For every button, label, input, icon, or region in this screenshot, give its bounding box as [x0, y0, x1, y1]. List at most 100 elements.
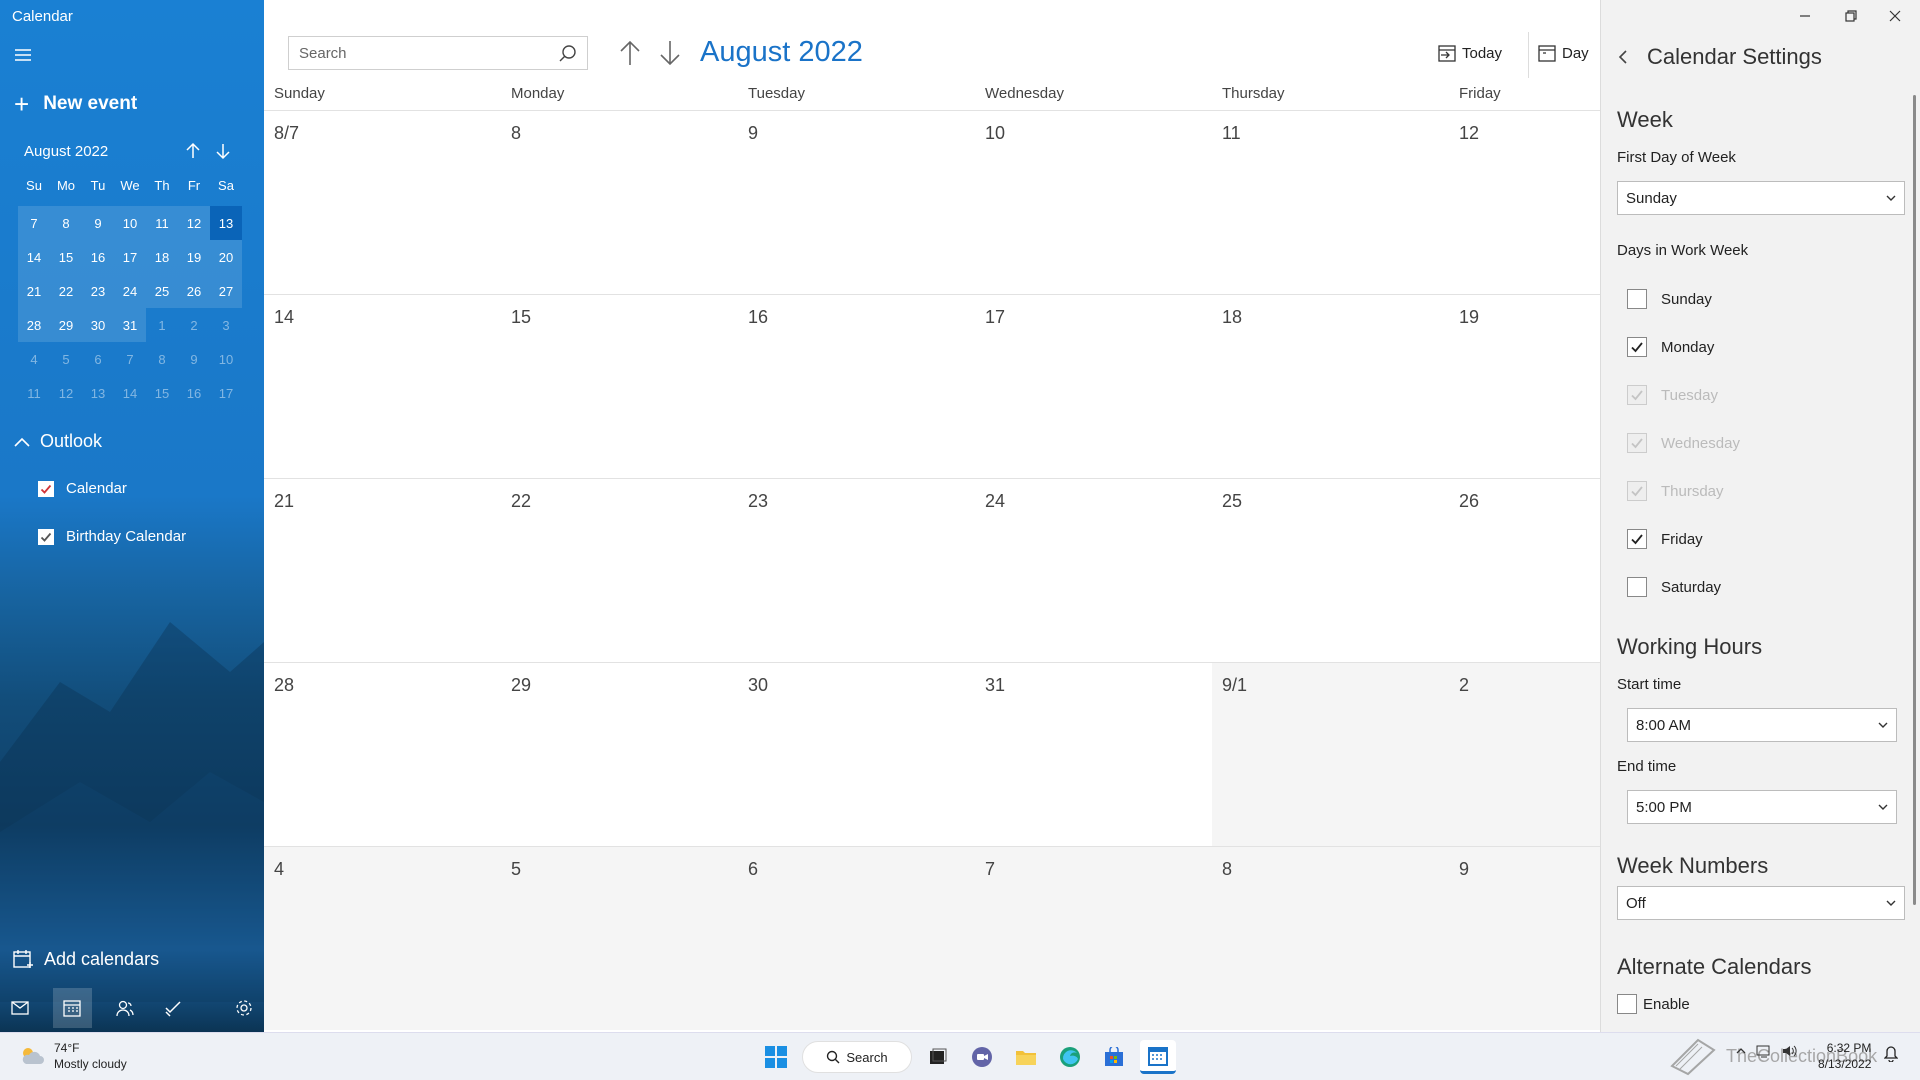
checkbox-unchecked-icon[interactable]	[1617, 994, 1637, 1014]
mini-calendar-day[interactable]: 7	[18, 206, 50, 240]
mini-calendar-day[interactable]: 22	[50, 274, 82, 308]
calendar-toggle-calendar[interactable]: Calendar	[38, 480, 127, 497]
day-cell[interactable]: 9/1	[1212, 663, 1449, 846]
mini-calendar-day[interactable]: 5	[50, 342, 82, 376]
new-event-button[interactable]: + New event	[14, 91, 137, 117]
mini-calendar-day[interactable]: 1	[146, 308, 178, 342]
people-icon[interactable]	[105, 988, 145, 1028]
notification-bell-icon[interactable]	[1884, 1046, 1898, 1062]
volume-icon[interactable]	[1782, 1044, 1798, 1058]
mini-calendar-day[interactable]: 9	[82, 206, 114, 240]
day-cell[interactable]: 8	[1212, 847, 1449, 1030]
day-cell[interactable]: 15	[501, 295, 738, 478]
mini-calendar-day[interactable]: 9	[178, 342, 210, 376]
hamburger-menu-icon[interactable]	[14, 46, 32, 64]
previous-arrow-icon[interactable]	[618, 40, 642, 66]
day-cell[interactable]: 19	[1449, 295, 1600, 478]
calendar-toggle-birthday[interactable]: Birthday Calendar	[38, 528, 186, 545]
settings-icon[interactable]	[224, 988, 264, 1028]
next-arrow-icon[interactable]	[658, 40, 682, 66]
mini-calendar-day[interactable]: 4	[18, 342, 50, 376]
taskbar-search-button[interactable]: Search	[802, 1041, 912, 1073]
day-cell[interactable]: 12	[1449, 111, 1600, 294]
weather-widget[interactable]: 74°F Mostly cloudy	[18, 1040, 127, 1072]
mini-calendar-day[interactable]: 15	[146, 376, 178, 410]
mini-calendar-day[interactable]: 24	[114, 274, 146, 308]
mini-calendar-day[interactable]: 29	[50, 308, 82, 342]
file-explorer-icon[interactable]	[1008, 1040, 1044, 1074]
day-cell[interactable]: 9	[1449, 847, 1600, 1030]
mini-calendar-day[interactable]: 7	[114, 342, 146, 376]
day-view-button[interactable]: Day	[1538, 44, 1589, 62]
task-view-icon[interactable]	[920, 1040, 956, 1074]
mini-calendar-day[interactable]: 16	[82, 240, 114, 274]
mini-calendar-day[interactable]: 13	[82, 376, 114, 410]
settings-scrollbar[interactable]	[1913, 95, 1916, 905]
checkbox-checked-icon[interactable]	[1627, 529, 1647, 549]
checkbox-checked-icon[interactable]	[38, 480, 54, 497]
mini-calendar-day[interactable]: 23	[82, 274, 114, 308]
day-cell[interactable]: 4	[264, 847, 501, 1030]
start-time-dropdown[interactable]: 8:00 AM	[1627, 708, 1897, 742]
day-cell[interactable]: 18	[1212, 295, 1449, 478]
mini-calendar-day[interactable]: 28	[18, 308, 50, 342]
day-cell[interactable]: 24	[975, 479, 1212, 662]
day-cell[interactable]: 26	[1449, 479, 1600, 662]
mini-calendar-day[interactable]: 11	[146, 206, 178, 240]
next-month-arrow-icon[interactable]	[215, 142, 231, 160]
mini-calendar-day[interactable]: 8	[146, 342, 178, 376]
day-cell[interactable]: 11	[1212, 111, 1449, 294]
mini-calendar-day[interactable]: 25	[146, 274, 178, 308]
checkbox-checked-icon[interactable]	[1627, 337, 1647, 357]
search-input[interactable]: Search	[288, 36, 588, 70]
mini-calendar-day[interactable]: 12	[178, 206, 210, 240]
system-clock[interactable]: 6:32 PM 8/13/2022	[1818, 1040, 1871, 1072]
week-numbers-dropdown[interactable]: Off	[1617, 886, 1905, 920]
add-calendars-button[interactable]: Add calendars	[12, 948, 159, 970]
enable-alternate-calendars[interactable]: Enable	[1617, 994, 1690, 1014]
day-cell[interactable]: 10	[975, 111, 1212, 294]
search-icon[interactable]	[559, 44, 577, 62]
day-cell[interactable]: 29	[501, 663, 738, 846]
checkbox-unchecked-icon[interactable]	[1627, 577, 1647, 597]
mini-calendar-day[interactable]: 20	[210, 240, 242, 274]
calendar-app-icon[interactable]	[1140, 1040, 1176, 1074]
month-title[interactable]: August 2022	[700, 36, 863, 69]
day-cell[interactable]: 21	[264, 479, 501, 662]
checkbox-checked-icon[interactable]	[38, 528, 54, 545]
mini-calendar-day[interactable]: 21	[18, 274, 50, 308]
mini-calendar-day[interactable]: 19	[178, 240, 210, 274]
day-cell[interactable]: 2	[1449, 663, 1600, 846]
previous-month-arrow-icon[interactable]	[185, 142, 201, 160]
mail-icon[interactable]	[0, 988, 40, 1028]
day-cell[interactable]: 8	[501, 111, 738, 294]
checkbox-unchecked-icon[interactable]	[1627, 289, 1647, 309]
day-cell[interactable]: 28	[264, 663, 501, 846]
network-icon[interactable]	[1756, 1044, 1772, 1058]
mini-calendar-title[interactable]: August 2022	[24, 143, 108, 160]
work-day-option-saturday[interactable]: Saturday	[1627, 577, 1721, 597]
day-cell[interactable]: 17	[975, 295, 1212, 478]
work-day-option-sunday[interactable]: Sunday	[1627, 289, 1712, 309]
today-button[interactable]: Today	[1438, 44, 1502, 62]
day-cell[interactable]: 23	[738, 479, 975, 662]
start-icon[interactable]	[758, 1040, 794, 1074]
chat-icon[interactable]	[964, 1040, 1000, 1074]
mini-calendar-day[interactable]: 3	[210, 308, 242, 342]
todo-icon[interactable]	[153, 988, 193, 1028]
mini-calendar-day[interactable]: 14	[114, 376, 146, 410]
mini-calendar-day[interactable]: 15	[50, 240, 82, 274]
day-cell[interactable]: 30	[738, 663, 975, 846]
mini-calendar-day[interactable]: 16	[178, 376, 210, 410]
mini-calendar-day[interactable]: 2	[178, 308, 210, 342]
mini-calendar-day[interactable]: 14	[18, 240, 50, 274]
day-cell[interactable]: 25	[1212, 479, 1449, 662]
mini-calendar-day[interactable]: 30	[82, 308, 114, 342]
mini-calendar-day[interactable]: 8	[50, 206, 82, 240]
store-icon[interactable]	[1096, 1040, 1132, 1074]
minimize-icon[interactable]	[1782, 4, 1828, 28]
day-cell[interactable]: 8/7	[264, 111, 501, 294]
mini-calendar-day[interactable]: 17	[114, 240, 146, 274]
calendar-icon[interactable]	[52, 988, 93, 1028]
mini-calendar-day[interactable]: 6	[82, 342, 114, 376]
